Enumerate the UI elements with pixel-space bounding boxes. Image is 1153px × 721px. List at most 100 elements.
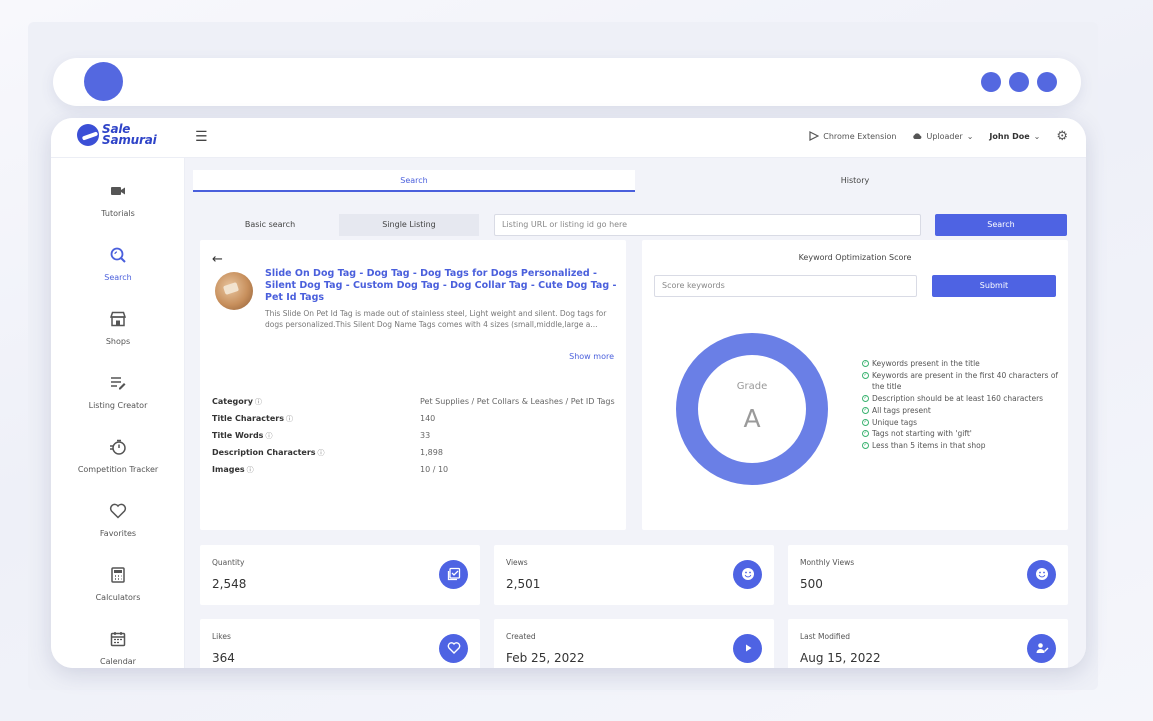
- main-content: Search History Basic search Single Listi…: [185, 158, 1086, 668]
- stats-row: Images ⓘ 10 / 10: [212, 461, 617, 478]
- criteria-list: ✓ Keywords present in the title ✓ Keywords…: [862, 358, 1062, 452]
- stats-row: Description Characters ⓘ 1,898: [212, 444, 617, 461]
- store-icon: [109, 311, 127, 327]
- single-listing-toggle[interactable]: Single Listing: [339, 214, 479, 236]
- metric-card-views: Views 2,501: [494, 545, 774, 605]
- stats-value: Pet Supplies / Pet Collars & Leashes / P…: [420, 397, 615, 406]
- search-button[interactable]: Search: [935, 214, 1067, 236]
- metric-value: 2,501: [506, 577, 541, 591]
- metric-card-monthly-views: Monthly Views 500: [788, 545, 1068, 605]
- checklist-icon: [439, 560, 468, 589]
- sidebar-item-calculators[interactable]: Calculators: [51, 566, 185, 602]
- app-window: Sale Samurai ☰ Chrome Extension Uploader…: [51, 118, 1086, 668]
- video-camera-icon: [111, 187, 125, 195]
- gear-icon[interactable]: ⚙: [1056, 129, 1068, 144]
- info-icon[interactable]: ⓘ: [247, 466, 254, 474]
- keyword-score-panel: Keyword Optimization Score Score keyword…: [642, 240, 1068, 530]
- metric-label: Quantity: [212, 558, 245, 567]
- metric-value: 2,548: [212, 577, 247, 591]
- criteria-item: ✓ Tags not starting with 'gift': [862, 429, 972, 439]
- browser-bar: [53, 58, 1081, 106]
- info-icon[interactable]: ⓘ: [318, 449, 325, 457]
- info-icon[interactable]: ⓘ: [255, 398, 262, 406]
- window-dot[interactable]: [1009, 72, 1029, 92]
- smiley-icon: [733, 560, 762, 589]
- back-arrow-icon[interactable]: ←: [212, 252, 223, 267]
- submit-button[interactable]: Submit: [932, 275, 1056, 297]
- metric-label: Created: [506, 632, 536, 641]
- listing-url-input[interactable]: Listing URL or listing id go here: [494, 214, 921, 236]
- check-circle-icon: ✓: [862, 395, 869, 403]
- browser-avatar-dot: [84, 62, 123, 101]
- window-dot[interactable]: [981, 72, 1001, 92]
- metric-card-last-modified: Last Modified Aug 15, 2022: [788, 619, 1068, 668]
- uploader-label: Uploader: [926, 131, 963, 141]
- browser-window-dots: [981, 72, 1057, 92]
- stats-row: Title Words ⓘ 33: [212, 427, 617, 444]
- check-circle-icon: ✓: [862, 371, 869, 379]
- tab-history[interactable]: History: [635, 170, 1075, 192]
- calendar-icon: [110, 632, 126, 647]
- sidebar-item-calendar[interactable]: Calendar: [51, 630, 185, 666]
- sidebar-item-favorites[interactable]: Favorites: [51, 502, 185, 538]
- stats-row: Category ⓘ Pet Supplies / Pet Collars & L…: [212, 393, 617, 410]
- metric-value: 364: [212, 651, 235, 665]
- criteria-item: ✓ Keywords present in the title: [862, 359, 980, 368]
- chrome-extension-link[interactable]: Chrome Extension: [809, 131, 896, 141]
- check-circle-icon: ✓: [862, 441, 869, 449]
- stats-label: Images: [212, 464, 245, 474]
- criteria-item: ✓ All tags present: [862, 405, 931, 415]
- sidebar: Tutorials Search Shops Listing Creator C…: [51, 158, 185, 668]
- criteria-item: ✓ Unique tags: [862, 417, 918, 427]
- metric-value: Aug 15, 2022: [800, 651, 881, 665]
- show-more-link[interactable]: Show more: [569, 352, 614, 361]
- stats-label: Title Characters: [212, 413, 284, 423]
- listing-title[interactable]: Slide On Dog Tag - Dog Tag - Dog Tags fo…: [265, 268, 620, 304]
- info-icon[interactable]: ⓘ: [286, 415, 293, 423]
- metric-card-likes: Likes 364: [200, 619, 480, 668]
- stats-label: Category: [212, 396, 253, 406]
- metric-label: Likes: [212, 632, 231, 641]
- chevron-down-icon: ⌄: [966, 131, 974, 141]
- chevron-down-icon: ⌄: [1033, 131, 1041, 141]
- smiley-icon: [1027, 560, 1056, 589]
- check-circle-icon: ✓: [862, 418, 869, 426]
- stats-value: 33: [420, 431, 431, 440]
- calculator-icon: [111, 567, 125, 583]
- sidebar-item-tutorials[interactable]: Tutorials: [51, 182, 185, 218]
- metric-card-quantity: Quantity 2,548: [200, 545, 480, 605]
- stats-value: 10 / 10: [420, 465, 449, 474]
- hamburger-menu-icon[interactable]: ☰: [195, 129, 208, 145]
- top-bar: Sale Samurai ☰ Chrome Extension Uploader…: [51, 118, 1086, 158]
- heart-icon: [439, 634, 468, 663]
- cloud-upload-icon: [913, 133, 922, 139]
- stats-value: 1,898: [420, 448, 443, 457]
- score-keywords-input[interactable]: Score keywords: [654, 275, 917, 297]
- basic-search-toggle[interactable]: Basic search: [201, 214, 339, 236]
- brand-logo[interactable]: Sale Samurai: [77, 123, 157, 147]
- listing-thumbnail: [215, 272, 253, 310]
- brand-name-line2: Samurai: [102, 133, 157, 147]
- uploader-dropdown[interactable]: Uploader ⌄: [912, 132, 973, 141]
- top-right-actions: Chrome Extension Uploader ⌄ John Doe ⌄ ⚙: [809, 118, 1068, 154]
- check-circle-icon: ✓: [862, 430, 869, 438]
- chrome-extension-label: Chrome Extension: [823, 131, 897, 141]
- list-edit-icon: [111, 377, 126, 390]
- metric-card-created: Created Feb 25, 2022: [494, 619, 774, 668]
- user-menu[interactable]: John Doe ⌄: [989, 132, 1040, 141]
- metric-value: Feb 25, 2022: [506, 651, 585, 665]
- user-name: John Doe: [989, 131, 1030, 141]
- sidebar-item-shops[interactable]: Shops: [51, 310, 185, 346]
- tab-search[interactable]: Search: [193, 170, 635, 192]
- grade-value: A: [743, 404, 761, 433]
- info-icon[interactable]: ⓘ: [265, 432, 272, 440]
- metric-label: Last Modified: [800, 632, 851, 641]
- stats-value: 140: [420, 414, 436, 423]
- metric-value: 500: [800, 577, 823, 591]
- listing-stats-table: Category ⓘ Pet Supplies / Pet Collars & L…: [212, 393, 617, 478]
- sidebar-item-competition-tracker[interactable]: Competition Tracker: [51, 438, 185, 474]
- metric-label: Views: [506, 558, 528, 567]
- window-dot[interactable]: [1037, 72, 1057, 92]
- sidebar-item-search[interactable]: Search: [51, 246, 185, 282]
- sidebar-item-listing-creator[interactable]: Listing Creator: [51, 374, 185, 410]
